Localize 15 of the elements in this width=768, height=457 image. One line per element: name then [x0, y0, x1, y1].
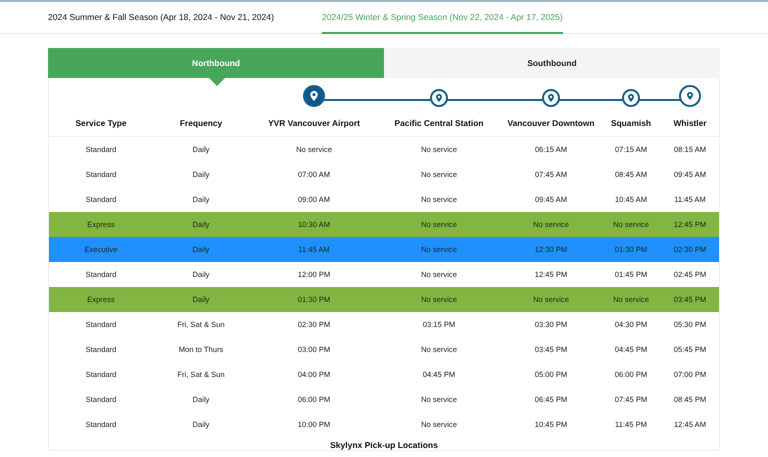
column-header: Frequency	[180, 118, 222, 128]
column-header: YVR Vancouver Airport	[268, 118, 360, 128]
map-pin-icon	[435, 94, 443, 102]
column-header: Vancouver Downtown	[507, 118, 595, 128]
map-pin-icon	[309, 91, 319, 101]
column-header: Service Type	[75, 118, 127, 128]
column-header: Whistler	[673, 118, 707, 128]
map-pin-icon	[686, 92, 694, 100]
section-heading: Skylynx Pick-up Locations	[329, 439, 439, 450]
map-pin-icon	[547, 94, 555, 102]
direction-tab[interactable]: Southbound	[384, 48, 720, 78]
map-pin-icon	[627, 94, 635, 102]
column-header: Squamish	[610, 118, 652, 128]
season-tab[interactable]: 2024 Summer & Fall Season (Apr 18, 2024 - Nov 21, 2024)	[48, 2, 274, 34]
column-header: Pacific Central Station	[394, 118, 484, 128]
